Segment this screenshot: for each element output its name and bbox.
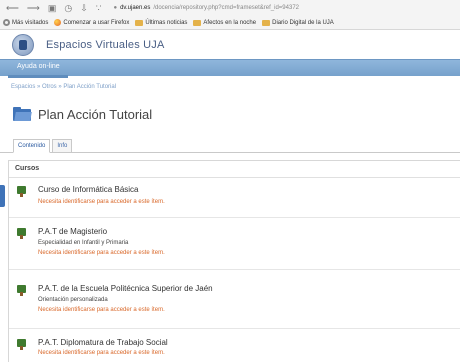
item-divider <box>9 328 460 329</box>
section-title: Cursos <box>15 165 40 172</box>
tab-bar: Contenido Info <box>13 139 74 153</box>
login-required-note: Necesita identificarse para acceder a es… <box>38 350 165 356</box>
url-path: /docencia/repository.php?cmd=frameset&re… <box>153 5 299 11</box>
folder-icon <box>135 19 144 26</box>
bookmarks-bar: Más visitados Comenzar a usar Firefox Úl… <box>0 16 460 30</box>
gear-icon <box>3 19 10 26</box>
page-title-row: Plan Acción Tutorial <box>13 101 152 127</box>
course-icon <box>17 228 26 239</box>
bookmark-label: Comenzar a usar Firefox <box>63 19 130 26</box>
menu-bar: Ayuda on-line <box>0 59 460 76</box>
site-title: Espacios Virtuales UJA <box>46 39 165 51</box>
back-icon[interactable]: ⟵ <box>6 3 19 13</box>
folder-icon <box>193 19 202 26</box>
rss-icon[interactable]: ∵ <box>96 3 102 13</box>
item-divider <box>9 269 460 270</box>
course-icon <box>17 285 26 296</box>
tab-info[interactable]: Info <box>52 139 73 153</box>
home-icon[interactable]: ▣ <box>48 3 57 13</box>
browser-nav-bar: ⟵ ⟶ ▣ ◷ ⇩ ∵ ● dv.ujaen.es/docencia/repos… <box>0 0 460 16</box>
course-icon <box>17 339 26 350</box>
download-icon[interactable]: ⇩ <box>80 3 88 13</box>
course-subtitle: Orientación personalizada <box>38 297 108 303</box>
lock-icon: ● <box>113 5 118 11</box>
menu-item-underline <box>8 75 68 78</box>
bookmark-mas-visitados[interactable]: Más visitados <box>3 19 48 26</box>
bookmark-label: Afectos en la noche <box>203 19 257 26</box>
menu-item-ayuda[interactable]: Ayuda on-line <box>17 63 60 70</box>
history-icon[interactable]: ◷ <box>64 3 72 13</box>
folder-icon <box>262 19 271 26</box>
breadcrumb[interactable]: Espacios » Otros » Plan Acción Tutorial <box>11 84 116 90</box>
course-subtitle: Especialidad en Infantil y Primaria <box>38 240 129 246</box>
bookmark-label: Diario Digital de la UJA <box>272 19 334 26</box>
section-divider <box>9 177 460 178</box>
course-title-link[interactable]: P.A.T. de la Escuela Politécnica Superio… <box>38 284 213 293</box>
site-header: Espacios Virtuales UJA <box>0 31 460 59</box>
uja-logo-icon[interactable] <box>12 34 34 56</box>
tab-contenido[interactable]: Contenido <box>13 139 51 153</box>
courses-section: Cursos Curso de Informática Básica Neces… <box>8 160 460 362</box>
forward-icon[interactable]: ⟶ <box>27 3 40 13</box>
course-title-link[interactable]: P.A.T. Diplomatura de Trabajo Social <box>38 338 168 347</box>
course-title-link[interactable]: P.A.T de Magisterio <box>38 227 107 236</box>
firefox-icon <box>54 19 62 26</box>
folder-open-icon <box>13 106 32 121</box>
page-title: Plan Acción Tutorial <box>38 106 153 122</box>
side-panel-toggle[interactable] <box>0 185 5 207</box>
bookmark-label: Últimas noticias <box>145 19 188 26</box>
bookmark-ultimas-noticias[interactable]: Últimas noticias <box>135 19 188 26</box>
url-bar[interactable]: ● dv.ujaen.es/docencia/repository.php?cm… <box>113 2 299 14</box>
course-title-link[interactable]: Curso de Informática Básica <box>38 185 139 194</box>
login-required-note: Necesita identificarse para acceder a es… <box>38 199 165 205</box>
login-required-note: Necesita identificarse para acceder a es… <box>38 250 165 256</box>
course-icon <box>17 186 26 197</box>
bookmark-diario-uja[interactable]: Diario Digital de la UJA <box>262 19 334 26</box>
bookmark-afectos[interactable]: Afectos en la noche <box>193 19 257 26</box>
item-divider <box>9 217 460 218</box>
login-required-note: Necesita identificarse para acceder a es… <box>38 307 165 313</box>
bookmark-firefox[interactable]: Comenzar a usar Firefox <box>54 19 129 26</box>
bookmark-label: Más visitados <box>12 19 49 26</box>
url-host: dv.ujaen.es <box>120 5 151 11</box>
